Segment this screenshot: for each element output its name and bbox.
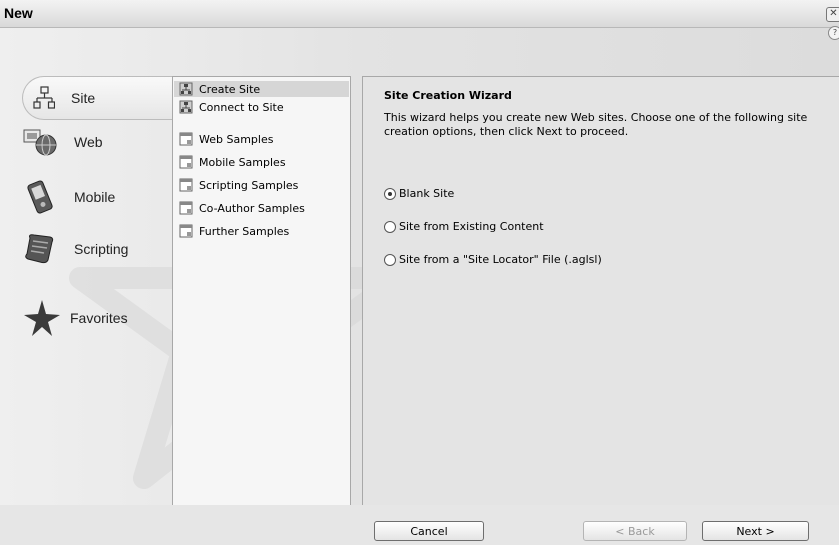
sitemap-icon	[33, 86, 55, 109]
radio-label: Site from Existing Content	[399, 220, 544, 233]
template-list: Create Site Connect to Site Web Samples …	[172, 76, 351, 525]
radio-label: Site from a "Site Locator" File (.aglsl)	[399, 253, 602, 266]
list-item-co-author-samples[interactable]: Co-Author Samples	[179, 200, 305, 216]
new-dialog: New ✕ Site Web Mobile Scripting Favorite…	[0, 0, 839, 545]
list-item-further-samples[interactable]: Further Samples	[179, 223, 289, 239]
category-label: Mobile	[74, 189, 116, 205]
list-item-label: Web Samples	[199, 132, 274, 146]
list-item-web-samples[interactable]: Web Samples	[179, 131, 273, 147]
radio-button[interactable]	[384, 220, 396, 233]
scroll-icon	[25, 234, 54, 264]
close-icon[interactable]: ✕	[826, 7, 839, 22]
wizard-description: This wizard helps you create new Web sit…	[384, 111, 808, 138]
category-favorites[interactable]: Favorites	[22, 298, 128, 338]
radio-blank-site[interactable]: Blank Site	[384, 187, 454, 200]
next-button[interactable]: Next >	[702, 521, 809, 541]
list-item-label: Further Samples	[199, 224, 290, 238]
document-icon	[179, 224, 193, 238]
list-item-scripting-samples[interactable]: Scripting Samples	[179, 177, 298, 193]
dialog-title: New	[4, 5, 33, 21]
help-icon[interactable]: ?	[828, 26, 839, 40]
document-icon	[179, 178, 193, 192]
site-icon	[179, 100, 193, 114]
document-icon	[179, 155, 193, 169]
list-item-label: Scripting Samples	[199, 178, 299, 192]
category-label: Favorites	[70, 310, 128, 326]
category-label: Web	[74, 134, 103, 150]
globe-icon	[23, 129, 57, 156]
category-site[interactable]: Site	[22, 76, 173, 120]
site-icon	[179, 82, 193, 96]
cancel-button[interactable]: Cancel	[374, 521, 484, 541]
wizard-panel: Site Creation Wizard This wizard helps y…	[362, 76, 839, 525]
dialog-body: Site Web Mobile Scripting Favorites Crea…	[0, 28, 839, 525]
radio-site-from-locator-file[interactable]: Site from a "Site Locator" File (.aglsl)	[384, 253, 602, 266]
mobile-device-icon	[27, 180, 53, 214]
radio-label: Blank Site	[399, 187, 455, 200]
title-bar: New ✕	[0, 0, 839, 28]
radio-site-from-existing-content[interactable]: Site from Existing Content	[384, 220, 544, 233]
list-item-create-site[interactable]: Create Site	[174, 81, 349, 97]
list-item-label: Co-Author Samples	[199, 201, 305, 215]
document-icon	[179, 132, 193, 146]
category-scripting[interactable]: Scripting	[22, 232, 128, 266]
category-mobile[interactable]: Mobile	[22, 180, 115, 214]
category-label: Scripting	[74, 241, 129, 257]
list-item-label: Mobile Samples	[199, 155, 286, 169]
star-icon	[24, 300, 60, 336]
radio-button-checked[interactable]	[384, 187, 396, 200]
list-item-label: Connect to Site	[199, 100, 284, 114]
category-web[interactable]: Web	[22, 126, 103, 158]
wizard-title: Site Creation Wizard	[384, 89, 512, 102]
list-item-connect-to-site[interactable]: Connect to Site	[179, 99, 284, 115]
list-item-mobile-samples[interactable]: Mobile Samples	[179, 154, 286, 170]
radio-button[interactable]	[384, 253, 396, 266]
list-item-label: Create Site	[199, 82, 261, 96]
back-button[interactable]: < Back	[583, 521, 687, 541]
document-icon	[179, 201, 193, 215]
category-label: Site	[71, 90, 96, 106]
